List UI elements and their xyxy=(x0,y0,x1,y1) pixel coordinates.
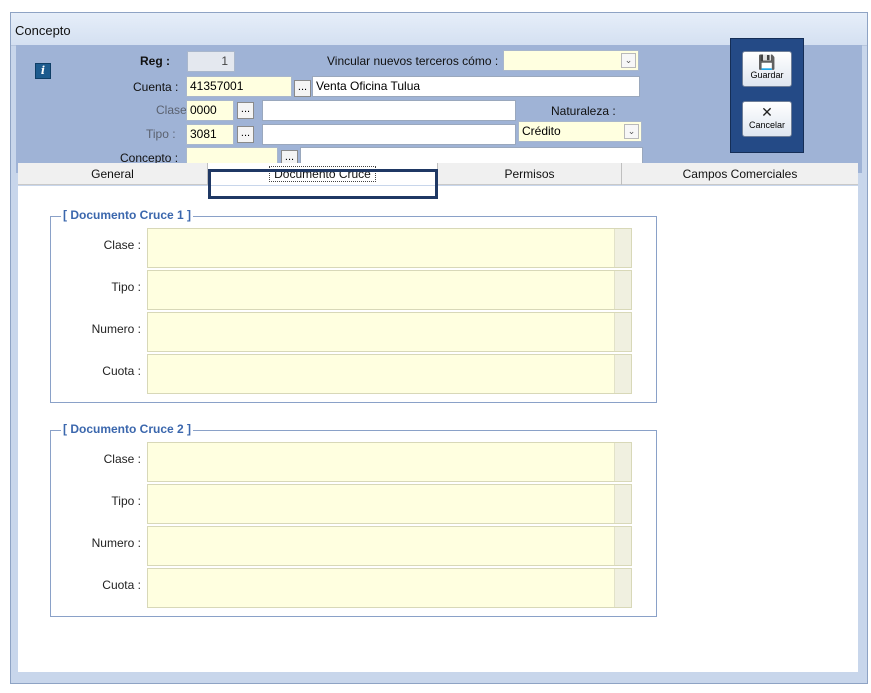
tipo-label: Tipo : xyxy=(146,127,176,141)
tab-permisos-label: Permisos xyxy=(504,167,555,181)
clase-label: Clase xyxy=(156,103,187,117)
close-icon: ✕ xyxy=(761,104,773,120)
tipo-2-field[interactable] xyxy=(147,484,632,524)
naturaleza-value: Crédito xyxy=(522,124,561,138)
tipo-code-field[interactable]: 3081 xyxy=(186,124,234,145)
tab-campos-comerciales-label: Campos Comerciales xyxy=(682,167,798,181)
cuota-2-label: Cuota : xyxy=(102,578,141,592)
scrollbar[interactable] xyxy=(614,271,631,309)
vincular-label: Vincular nuevos terceros cómo : xyxy=(327,54,499,68)
clase-desc-field[interactable] xyxy=(262,100,516,121)
tab-general[interactable]: General xyxy=(18,163,208,185)
tipo-1-field[interactable] xyxy=(147,270,632,310)
numero-1-label: Numero : xyxy=(91,322,141,336)
clase-2-field[interactable] xyxy=(147,442,632,482)
tab-campos-comerciales[interactable]: Campos Comerciales xyxy=(622,163,858,185)
cuenta-desc-field[interactable]: Venta Oficina Tulua xyxy=(312,76,640,97)
scrollbar[interactable] xyxy=(614,527,631,565)
cuenta-lookup-button[interactable]: ... xyxy=(294,80,311,97)
numero-2-label: Numero : xyxy=(91,536,141,550)
window-title: Concepto xyxy=(15,23,71,38)
action-button-panel: 💾 Guardar ✕ Cancelar xyxy=(730,38,804,153)
chevron-down-icon[interactable]: ⌄ xyxy=(624,124,639,139)
reg-label: Reg : xyxy=(140,54,170,68)
guardar-label: Guardar xyxy=(750,70,784,80)
scrollbar[interactable] xyxy=(614,355,631,393)
group-title: [ Documento Cruce 2 ] xyxy=(61,422,194,436)
tab-permisos[interactable]: Permisos xyxy=(438,163,622,185)
clase-lookup-button[interactable]: ... xyxy=(237,102,254,119)
tab-strip: General Documento Cruce Permisos Campos … xyxy=(18,163,858,185)
clase-2-label: Clase : xyxy=(103,452,141,466)
tipo-2-label: Tipo : xyxy=(111,494,141,508)
chevron-down-icon[interactable]: ⌄ xyxy=(621,53,636,68)
cuota-1-field[interactable] xyxy=(147,354,632,394)
clase-1-label: Clase : xyxy=(103,238,141,252)
clase-code-field[interactable]: 0000 xyxy=(186,100,234,121)
save-icon: 💾 xyxy=(758,54,776,70)
naturaleza-select[interactable]: Crédito ⌄ xyxy=(518,121,642,142)
info-icon[interactable]: i xyxy=(35,63,51,79)
active-tab-highlight xyxy=(208,169,438,199)
tipo-desc-field[interactable] xyxy=(262,124,516,145)
scrollbar[interactable] xyxy=(614,443,631,481)
vincular-select[interactable]: ⌄ xyxy=(503,50,639,71)
numero-2-field[interactable] xyxy=(147,526,632,566)
cancelar-label: Cancelar xyxy=(748,120,786,130)
cuenta-code-field[interactable]: 41357001 xyxy=(186,76,292,97)
cuenta-label: Cuenta : xyxy=(133,80,179,94)
scrollbar[interactable] xyxy=(614,485,631,523)
scrollbar[interactable] xyxy=(614,313,631,351)
tipo-1-label: Tipo : xyxy=(111,280,141,294)
guardar-button[interactable]: 💾 Guardar xyxy=(742,51,792,87)
tipo-lookup-button[interactable]: ... xyxy=(237,126,254,143)
cuota-1-label: Cuota : xyxy=(102,364,141,378)
scrollbar[interactable] xyxy=(614,229,631,267)
naturaleza-label: Naturaleza : xyxy=(551,104,616,118)
scrollbar[interactable] xyxy=(614,569,631,607)
numero-1-field[interactable] xyxy=(147,312,632,352)
cancelar-button[interactable]: ✕ Cancelar xyxy=(742,101,792,137)
tab-content: [ Documento Cruce 1 ] Clase : Tipo : Num… xyxy=(18,186,858,672)
reg-field: 1 xyxy=(187,51,235,72)
tab-general-label: General xyxy=(91,167,134,181)
cuota-2-field[interactable] xyxy=(147,568,632,608)
documento-cruce-2-group: [ Documento Cruce 2 ] Clase : Tipo : Num… xyxy=(50,422,657,617)
clase-1-field[interactable] xyxy=(147,228,632,268)
documento-cruce-1-group: [ Documento Cruce 1 ] Clase : Tipo : Num… xyxy=(50,208,657,403)
group-title: [ Documento Cruce 1 ] xyxy=(61,208,194,222)
